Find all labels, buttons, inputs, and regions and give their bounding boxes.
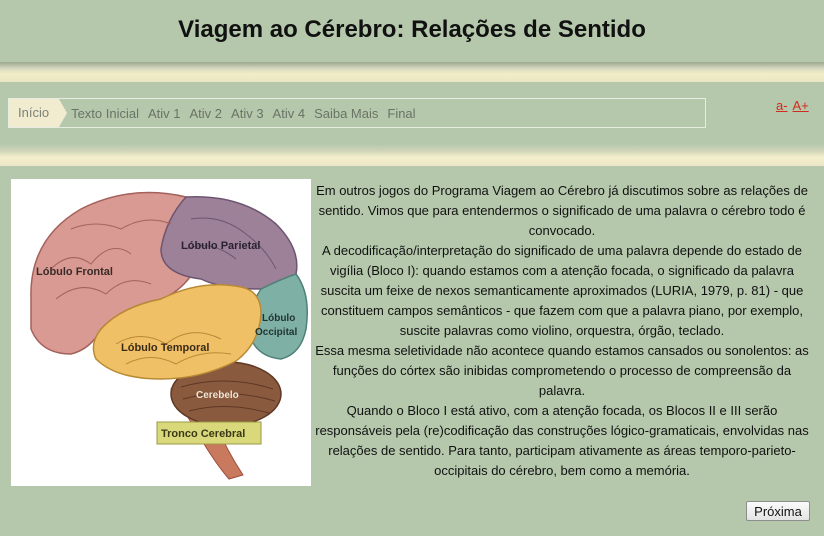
label-cerebelo: Cerebelo: [196, 390, 239, 401]
label-tronco: Tronco Cerebral: [161, 428, 245, 440]
header-divider: [0, 62, 824, 82]
content-paragraph: Em outros jogos do Programa Viagem ao Cé…: [316, 183, 808, 238]
tab-ativ-1[interactable]: Ativ 1: [148, 106, 181, 121]
page-title: Viagem ao Cérebro: Relações de Sentido: [178, 16, 646, 43]
content-paragraph: A decodificação/interpretação do signifi…: [320, 243, 804, 338]
tab-ativ-3[interactable]: Ativ 3: [231, 106, 264, 121]
nav-bar: Início Texto Inicial Ativ 1 Ativ 2 Ativ …: [8, 98, 706, 128]
nav-divider: [0, 144, 824, 166]
label-parietal: Lóbulo Parietal: [181, 240, 260, 252]
page-header: Viagem ao Cérebro: Relações de Sentido: [0, 0, 824, 62]
tab-saiba-mais[interactable]: Saiba Mais: [314, 106, 378, 121]
label-occipital-2: Occipital: [255, 327, 297, 338]
next-button[interactable]: Próxima: [746, 501, 810, 521]
tab-ativ-2[interactable]: Ativ 2: [190, 106, 223, 121]
content-paragraph: Quando o Bloco I está ativo, com a atenç…: [315, 403, 809, 478]
font-size-controls: a- A+: [776, 98, 811, 113]
label-temporal: Lóbulo Temporal: [121, 342, 209, 354]
tab-final[interactable]: Final: [387, 106, 415, 121]
content-text: Em outros jogos do Programa Viagem ao Cé…: [315, 181, 809, 481]
label-occipital-1: Lóbulo: [262, 313, 295, 324]
tab-texto-inicial[interactable]: Texto Inicial: [71, 106, 139, 121]
brain-image: Lóbulo Frontal Lóbulo Parietal Lóbulo Oc…: [11, 179, 311, 486]
font-decrease-link[interactable]: a-: [776, 98, 788, 113]
label-frontal: Lóbulo Frontal: [36, 266, 113, 278]
tab-ativ-4[interactable]: Ativ 4: [273, 106, 306, 121]
tab-inicio[interactable]: Início: [9, 99, 68, 127]
font-increase-link[interactable]: A+: [792, 98, 808, 113]
content-paragraph: Essa mesma seletividade não acontece qua…: [315, 343, 809, 398]
